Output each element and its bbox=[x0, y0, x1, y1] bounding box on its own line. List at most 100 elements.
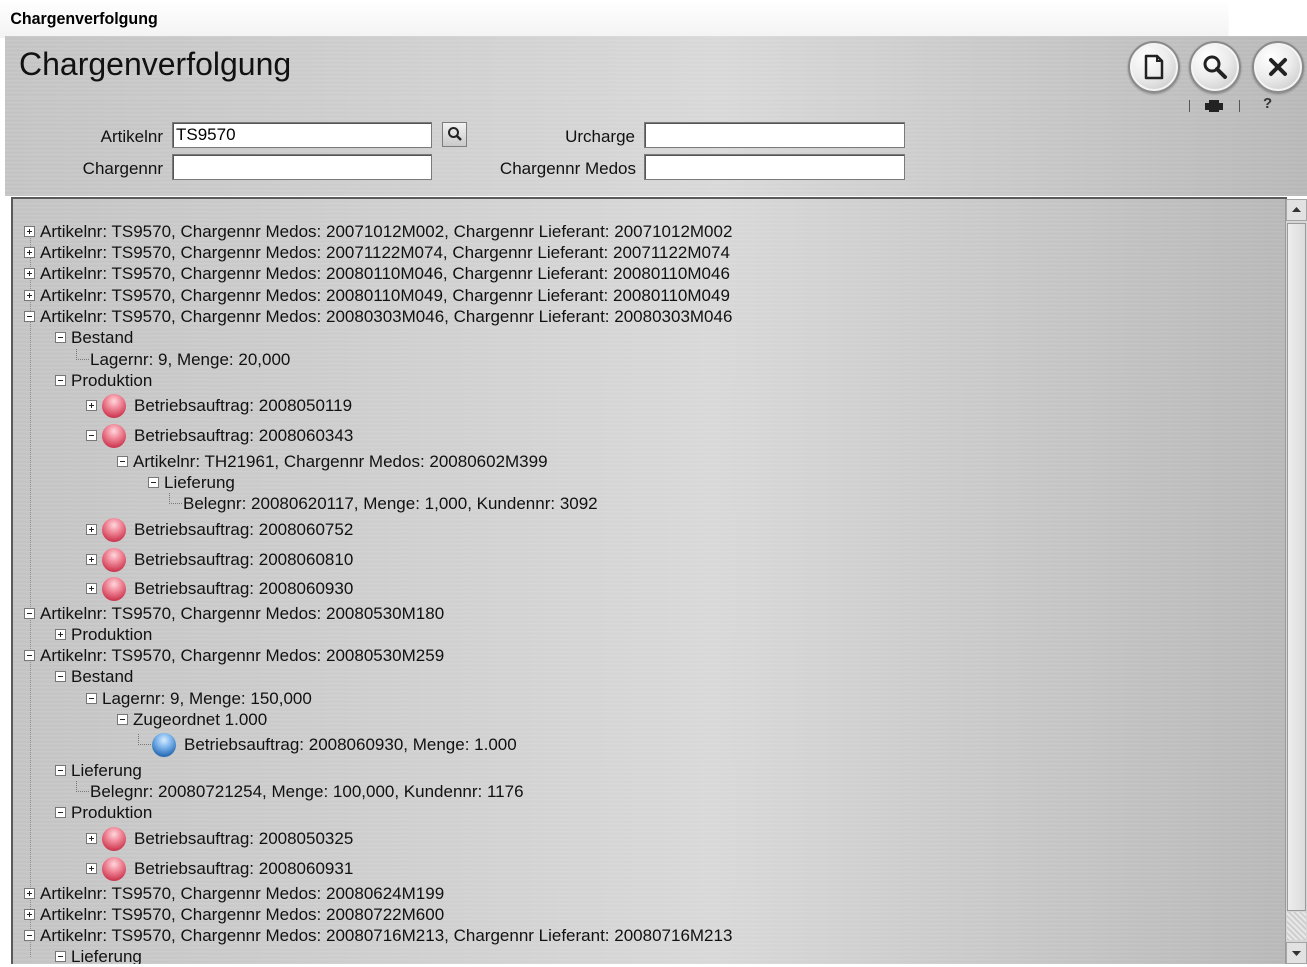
tree-view[interactable]: Artikelnr: TS9570, Chargennr Medos: 2007… bbox=[11, 197, 1287, 964]
tree-node-label: Betriebsauftrag: 2008060343 bbox=[134, 426, 354, 445]
expand-toggle[interactable] bbox=[86, 833, 97, 844]
tree-node-label: Artikelnr: TS9570, Chargennr Medos: 2008… bbox=[40, 884, 445, 903]
tree-connector bbox=[76, 781, 89, 792]
magnifier-icon bbox=[1203, 55, 1227, 79]
collapse-toggle[interactable] bbox=[55, 807, 66, 818]
collapse-toggle[interactable] bbox=[24, 311, 35, 322]
status-red-icon bbox=[102, 394, 126, 418]
tree-node-label: Lagernr: 9, Menge: 20,000 bbox=[90, 350, 291, 369]
tree-node-label: Artikelnr: TS9570, Chargennr Medos: 2008… bbox=[40, 307, 733, 326]
tree-node[interactable]: Produktion bbox=[13, 624, 1283, 646]
artikel-lookup-button[interactable] bbox=[442, 122, 467, 147]
collapse-toggle[interactable] bbox=[55, 332, 66, 343]
tree-node-label: Belegnr: 20080620117, Menge: 1,000, Kund… bbox=[183, 494, 598, 513]
collapse-toggle[interactable] bbox=[86, 693, 97, 704]
help-icon[interactable]: ? bbox=[1263, 95, 1272, 112]
tree-node[interactable]: Betriebsauftrag: 2008050119 bbox=[13, 394, 1283, 418]
scroll-track[interactable] bbox=[1287, 912, 1306, 940]
tree-node[interactable]: Betriebsauftrag: 2008060930 bbox=[13, 577, 1283, 601]
tree-node[interactable]: Produktion bbox=[13, 802, 1283, 824]
chargennr-medos-label: Chargennr Medos bbox=[499, 159, 636, 178]
tree-node[interactable]: Lieferung bbox=[13, 946, 1283, 964]
tree-node[interactable]: Artikelnr: TS9570, Chargennr Medos: 2008… bbox=[13, 306, 1283, 328]
collapse-toggle[interactable] bbox=[24, 930, 35, 941]
close-button[interactable] bbox=[1252, 41, 1304, 93]
expand-toggle[interactable] bbox=[86, 863, 97, 874]
collapse-toggle[interactable] bbox=[117, 456, 128, 467]
tree-node[interactable]: Betriebsauftrag: 2008060931 bbox=[13, 857, 1283, 881]
tree-node[interactable]: Artikelnr: TS9570, Chargennr Medos: 2008… bbox=[13, 603, 1283, 625]
tree-node[interactable]: Artikelnr: TS9570, Chargennr Medos: 2008… bbox=[13, 925, 1283, 947]
tree-node-label: Lieferung bbox=[71, 761, 142, 780]
tree-node[interactable]: Belegnr: 20080721254, Menge: 100,000, Ku… bbox=[13, 781, 1283, 803]
status-red-icon bbox=[102, 548, 126, 572]
search-button[interactable] bbox=[1189, 41, 1241, 93]
collapse-toggle[interactable] bbox=[55, 375, 66, 386]
new-document-button[interactable] bbox=[1128, 41, 1180, 93]
tree-node[interactable]: Artikelnr: TS9570, Chargennr Medos: 2007… bbox=[13, 242, 1283, 264]
collapse-toggle[interactable] bbox=[24, 608, 35, 619]
tree-node-label: Produktion bbox=[71, 371, 153, 390]
expand-toggle[interactable] bbox=[24, 290, 35, 301]
expand-toggle[interactable] bbox=[86, 524, 97, 535]
magnifier-icon bbox=[448, 127, 462, 141]
chargennr-medos-input[interactable] bbox=[644, 154, 905, 180]
expand-toggle[interactable] bbox=[86, 400, 97, 411]
tree-node[interactable]: Artikelnr: TS9570, Chargennr Medos: 2008… bbox=[13, 285, 1283, 307]
tree-node-label: Artikelnr: TS9570, Chargennr Medos: 2008… bbox=[40, 926, 733, 945]
tree-node-label: Lieferung bbox=[164, 473, 235, 492]
tree-node[interactable]: Lieferung bbox=[13, 472, 1283, 494]
collapse-toggle[interactable] bbox=[55, 951, 66, 962]
tree-node-label: Betriebsauftrag: 2008060930, Menge: 1.00… bbox=[184, 735, 517, 754]
collapse-toggle[interactable] bbox=[117, 714, 128, 725]
scroll-down-button[interactable] bbox=[1286, 942, 1307, 964]
expand-toggle[interactable] bbox=[24, 226, 35, 237]
status-blue-icon bbox=[152, 733, 176, 757]
collapse-toggle[interactable] bbox=[55, 765, 66, 776]
tree-node[interactable]: Belegnr: 20080620117, Menge: 1,000, Kund… bbox=[13, 493, 1283, 515]
tree-node-label: Zugeordnet 1.000 bbox=[133, 710, 268, 729]
vertical-scrollbar[interactable] bbox=[1285, 199, 1307, 964]
tree-node[interactable]: Artikelnr: TH21961, Chargennr Medos: 200… bbox=[13, 451, 1283, 473]
tree-node[interactable]: Artikelnr: TS9570, Chargennr Medos: 2008… bbox=[13, 904, 1283, 926]
expand-toggle[interactable] bbox=[24, 247, 35, 258]
collapse-toggle[interactable] bbox=[86, 430, 97, 441]
tree-node[interactable]: Artikelnr: TS9570, Chargennr Medos: 2007… bbox=[13, 221, 1283, 243]
tree-node[interactable]: Artikelnr: TS9570, Chargennr Medos: 2008… bbox=[13, 645, 1283, 667]
tree-node-label: Artikelnr: TS9570, Chargennr Medos: 2008… bbox=[40, 264, 730, 283]
tree-node[interactable]: Bestand bbox=[13, 327, 1283, 349]
tree-node-label: Betriebsauftrag: 2008060810 bbox=[134, 550, 354, 569]
tree-node-label: Bestand bbox=[71, 328, 134, 347]
tree-node[interactable]: Betriebsauftrag: 2008050325 bbox=[13, 827, 1283, 851]
tree-node[interactable]: Artikelnr: TS9570, Chargennr Medos: 2008… bbox=[13, 263, 1283, 285]
expand-toggle[interactable] bbox=[55, 629, 66, 640]
tree-node[interactable]: Zugeordnet 1.000 bbox=[13, 709, 1283, 731]
status-red-icon bbox=[102, 518, 126, 542]
tree-node[interactable]: Lieferung bbox=[13, 760, 1283, 782]
tree-node[interactable]: Produktion bbox=[13, 370, 1283, 392]
scroll-thumb[interactable] bbox=[1287, 223, 1306, 911]
scroll-up-button[interactable] bbox=[1286, 199, 1307, 221]
tree-node-label: Artikelnr: TS9570, Chargennr Medos: 2008… bbox=[40, 604, 445, 623]
tree-node[interactable]: Lagernr: 9, Menge: 20,000 bbox=[13, 349, 1283, 371]
collapse-toggle[interactable] bbox=[24, 650, 35, 661]
expand-toggle[interactable] bbox=[86, 554, 97, 565]
expand-toggle[interactable] bbox=[24, 909, 35, 920]
collapse-toggle[interactable] bbox=[55, 671, 66, 682]
expand-toggle[interactable] bbox=[86, 583, 97, 594]
tree-node[interactable]: Betriebsauftrag: 2008060930, Menge: 1.00… bbox=[13, 733, 1283, 757]
tree-node[interactable]: Betriebsauftrag: 2008060752 bbox=[13, 518, 1283, 542]
artikelnr-input[interactable]: TS9570 bbox=[172, 122, 432, 148]
urcharge-input[interactable] bbox=[644, 122, 905, 148]
tree-node-label: Betriebsauftrag: 2008060930 bbox=[134, 579, 354, 598]
collapse-toggle[interactable] bbox=[148, 477, 159, 488]
tree-node[interactable]: Betriebsauftrag: 2008060810 bbox=[13, 548, 1283, 572]
tree-node[interactable]: Artikelnr: TS9570, Chargennr Medos: 2008… bbox=[13, 883, 1283, 905]
tree-node[interactable]: Betriebsauftrag: 2008060343 bbox=[13, 424, 1283, 448]
printer-icon[interactable] bbox=[1203, 100, 1225, 112]
expand-toggle[interactable] bbox=[24, 268, 35, 279]
chargennr-input[interactable] bbox=[172, 154, 432, 180]
tree-node[interactable]: Bestand bbox=[13, 666, 1283, 688]
tree-node[interactable]: Lagernr: 9, Menge: 150,000 bbox=[13, 688, 1283, 710]
expand-toggle[interactable] bbox=[24, 888, 35, 899]
